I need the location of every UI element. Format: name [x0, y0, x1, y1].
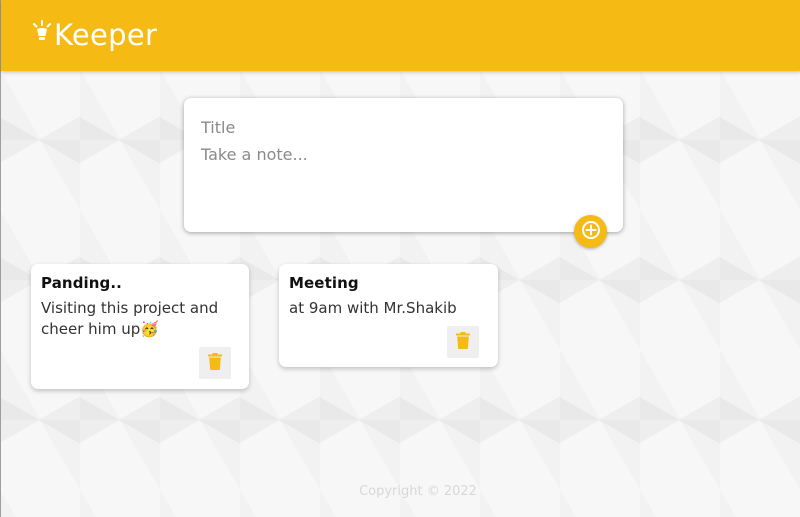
app-title: Keeper: [54, 17, 158, 52]
note-title: Meeting: [289, 274, 359, 292]
delete-note-button[interactable]: [199, 347, 231, 379]
app-header: Keeper: [1, 0, 800, 71]
plus-circle-icon: [581, 220, 601, 243]
delete-note-button[interactable]: [447, 326, 479, 358]
note-card: Meeting at 9am with Mr.Shakib: [279, 264, 498, 367]
trash-icon: [208, 353, 222, 373]
note-title: Panding..: [41, 274, 122, 292]
note-content: at 9am with Mr.Shakib: [289, 299, 457, 317]
note-title-input[interactable]: [201, 116, 601, 138]
trash-icon: [456, 332, 470, 352]
lightbulb-icon: [32, 19, 52, 46]
note-content-input[interactable]: [201, 145, 601, 205]
add-note-button[interactable]: [574, 215, 607, 248]
page-footer: Copyright © 2022: [1, 484, 800, 499]
copyright-text: Copyright © 2022: [359, 484, 477, 499]
note-card: Panding.. Visiting this project and chee…: [31, 264, 249, 389]
note-content: Visiting this project and cheer him up🥳: [41, 299, 223, 338]
create-note-form: [184, 98, 623, 232]
